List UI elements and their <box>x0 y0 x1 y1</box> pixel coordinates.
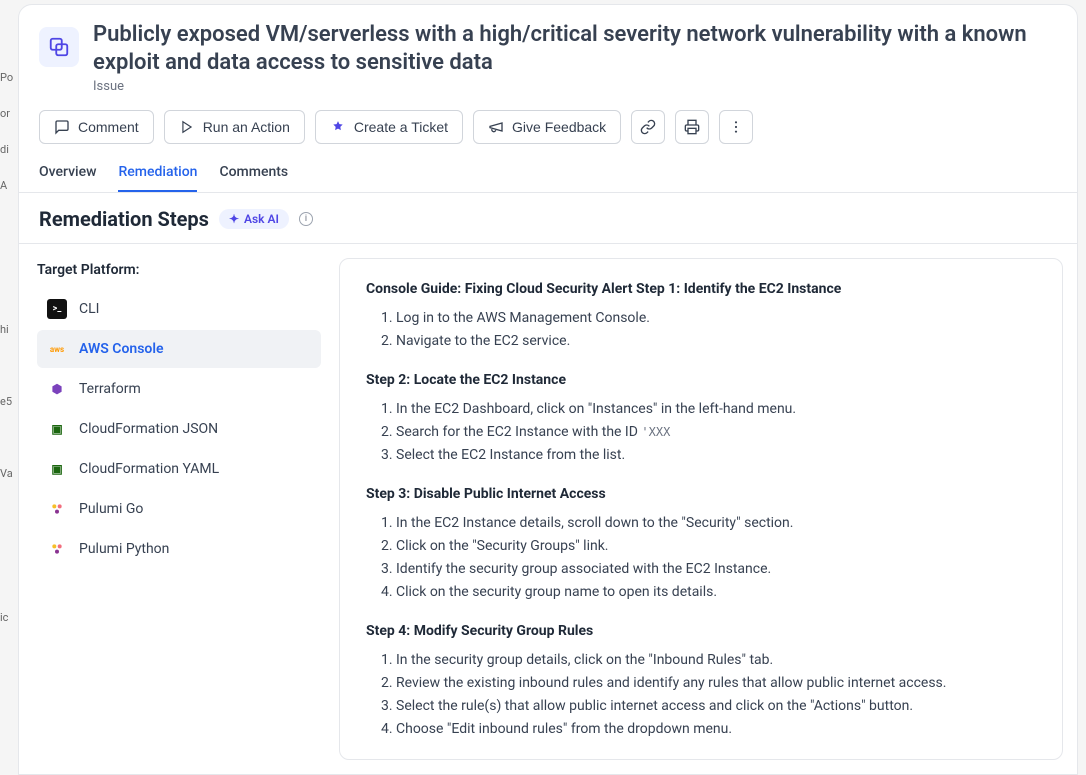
platform-pulumi-python-label: Pulumi Python <box>79 541 169 557</box>
issue-title: Publicly exposed VM/serverless with a hi… <box>93 21 1057 76</box>
create-ticket-button[interactable]: Create a Ticket <box>315 110 463 144</box>
tab-overview[interactable]: Overview <box>39 156 96 192</box>
ask-ai-button[interactable]: ✦ Ask AI <box>219 209 289 229</box>
list-item: Select the rule(s) that allow public int… <box>396 696 1036 717</box>
comment-button-label: Comment <box>78 119 139 135</box>
ticket-icon <box>330 119 346 135</box>
list-item: Navigate to the EC2 service. <box>396 331 1036 352</box>
play-icon <box>179 119 195 135</box>
instance-id-code: 'XXX <box>641 425 670 439</box>
list-item: Log in to the AWS Management Console. <box>396 308 1036 329</box>
platform-sidebar: Target Platform: >_ CLI aws AWS Console … <box>19 244 339 774</box>
link-icon <box>640 119 656 135</box>
detail-tabs: Overview Remediation Comments <box>19 156 1077 193</box>
pulumi-icon <box>47 499 67 519</box>
cloudformation-icon: ▣ <box>47 419 67 439</box>
ask-ai-label: Ask AI <box>244 212 279 226</box>
step2-title: Step 2: Locate the EC2 Instance <box>366 370 1036 391</box>
list-item: Click on the security group name to open… <box>396 582 1036 603</box>
platform-label: Target Platform: <box>37 262 321 278</box>
more-actions-button[interactable] <box>719 110 753 144</box>
info-icon[interactable]: i <box>299 212 313 226</box>
platform-cli-label: CLI <box>79 301 99 317</box>
platform-aws-label: AWS Console <box>79 341 163 357</box>
remediation-guide[interactable]: Console Guide: Fixing Cloud Security Ale… <box>339 258 1063 760</box>
step1-list: Log in to the AWS Management Console. Na… <box>366 308 1036 352</box>
step2-list: In the EC2 Dashboard, click on "Instance… <box>366 399 1036 466</box>
copy-link-button[interactable] <box>631 110 665 144</box>
list-item: In the EC2 Dashboard, click on "Instance… <box>396 399 1036 420</box>
tab-comments[interactable]: Comments <box>219 156 288 192</box>
platform-cf-yaml-label: CloudFormation YAML <box>79 461 219 477</box>
terraform-icon: ⬢ <box>47 379 67 399</box>
terminal-icon: >_ <box>47 299 67 319</box>
action-toolbar: Comment Run an Action Create a Ticket Gi… <box>19 102 1077 156</box>
print-button[interactable] <box>675 110 709 144</box>
sparkle-icon: ✦ <box>229 212 239 226</box>
megaphone-icon <box>488 119 504 135</box>
issue-type-icon <box>39 27 79 67</box>
list-item: In the EC2 Instance details, scroll down… <box>396 513 1036 534</box>
give-feedback-button-label: Give Feedback <box>512 119 606 135</box>
issue-type-label: Issue <box>93 79 1057 94</box>
guide-title: Console Guide: Fixing Cloud Security Ale… <box>366 279 1036 300</box>
platform-cloudformation-json[interactable]: ▣ CloudFormation JSON <box>37 410 321 448</box>
step5-title: Step 5: Remove Public Internet Access Ru… <box>366 758 1036 760</box>
list-item: Search for the EC2 Instance with the ID … <box>396 422 1036 443</box>
cloudformation-icon: ▣ <box>47 459 67 479</box>
platform-pulumi-python[interactable]: Pulumi Python <box>37 530 321 568</box>
give-feedback-button[interactable]: Give Feedback <box>473 110 621 144</box>
pulumi-icon <box>47 539 67 559</box>
run-action-button-label: Run an Action <box>203 119 290 135</box>
list-item: Select the EC2 Instance from the list. <box>396 445 1036 466</box>
kebab-icon <box>728 119 744 135</box>
platform-terraform-label: Terraform <box>79 381 141 397</box>
modal-header: Publicly exposed VM/serverless with a hi… <box>19 5 1077 102</box>
step4-list: In the security group details, click on … <box>366 650 1036 740</box>
platform-cloudformation-yaml[interactable]: ▣ CloudFormation YAML <box>37 450 321 488</box>
comment-button[interactable]: Comment <box>39 110 154 144</box>
step3-list: In the EC2 Instance details, scroll down… <box>366 513 1036 603</box>
platform-cf-json-label: CloudFormation JSON <box>79 421 218 437</box>
aws-icon: aws <box>47 339 67 359</box>
print-icon <box>684 119 700 135</box>
list-item: Review the existing inbound rules and id… <box>396 673 1036 694</box>
list-item: Choose "Edit inbound rules" from the dro… <box>396 719 1036 740</box>
step3-title: Step 3: Disable Public Internet Access <box>366 484 1036 505</box>
run-action-button[interactable]: Run an Action <box>164 110 305 144</box>
list-item: Click on the "Security Groups" link. <box>396 536 1036 557</box>
remediation-header: Remediation Steps ✦ Ask AI i <box>19 193 1077 244</box>
background-cut-text: Po or di A hi e5 Va ic <box>0 0 18 775</box>
issue-detail-modal: Publicly exposed VM/serverless with a hi… <box>18 4 1078 775</box>
comment-icon <box>54 119 70 135</box>
platform-aws-console[interactable]: aws AWS Console <box>37 330 321 368</box>
platform-terraform[interactable]: ⬢ Terraform <box>37 370 321 408</box>
step4-title: Step 4: Modify Security Group Rules <box>366 621 1036 642</box>
create-ticket-button-label: Create a Ticket <box>354 119 448 135</box>
platform-cli[interactable]: >_ CLI <box>37 290 321 328</box>
tab-remediation[interactable]: Remediation <box>118 156 197 192</box>
platform-pulumi-go-label: Pulumi Go <box>79 501 143 517</box>
platform-pulumi-go[interactable]: Pulumi Go <box>37 490 321 528</box>
list-item: In the security group details, click on … <box>396 650 1036 671</box>
remediation-title: Remediation Steps <box>39 207 209 231</box>
list-item: Identify the security group associated w… <box>396 559 1036 580</box>
